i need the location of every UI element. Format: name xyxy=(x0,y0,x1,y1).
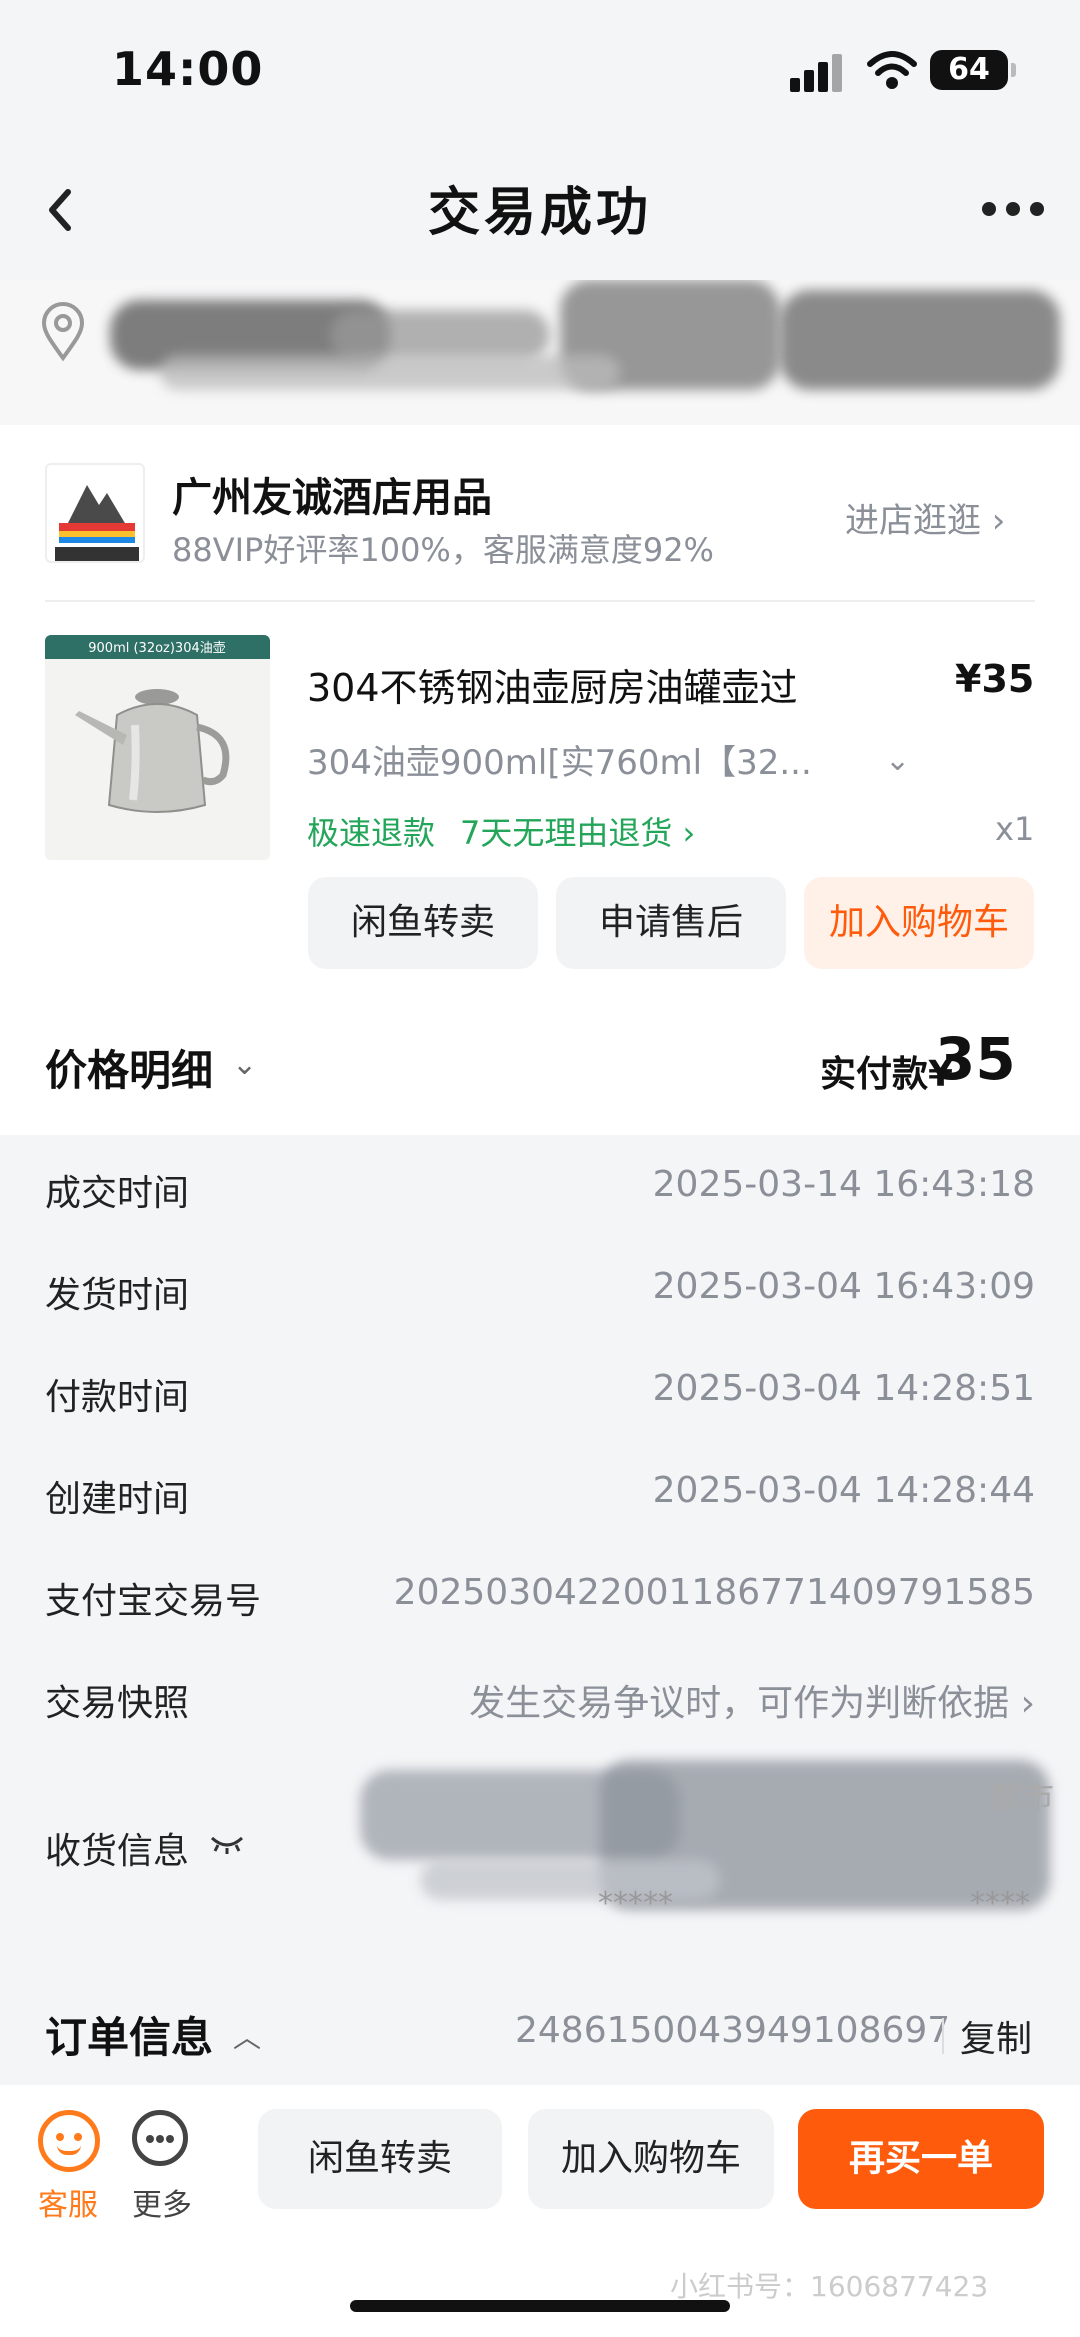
info-value: 2025030422001186771409791585 xyxy=(393,1572,1035,1613)
resell-button[interactable]: 闲鱼转卖 xyxy=(308,877,538,969)
product-quantity: x1 xyxy=(995,810,1035,848)
battery-icon: 64 xyxy=(930,50,1016,90)
info-label: 支付宝交易号 xyxy=(45,1581,262,1622)
enter-shop-link[interactable]: 进店逛逛 › xyxy=(845,493,1005,542)
order-info-title[interactable]: 订单信息 xyxy=(45,2004,213,2065)
product-image-caption: 900ml (32oz)304油壶 xyxy=(88,641,226,656)
copy-button[interactable]: 复制 xyxy=(960,2010,1032,2062)
info-value: 2025-03-04 16:43:09 xyxy=(652,1266,1035,1307)
home-indicator[interactable] xyxy=(350,2300,730,2312)
seven-day-return-tag[interactable]: 7天无理由退货 › xyxy=(460,808,695,854)
page-title: 交易成功 xyxy=(427,183,652,243)
info-value: 2025-03-14 16:43:18 xyxy=(652,1164,1035,1205)
info-row-create-time: 创建时间 2025-03-04 14:28:44 xyxy=(0,1456,1080,1536)
price-detail-toggle[interactable]: 价格明细 xyxy=(45,1037,213,1098)
chevron-down-icon[interactable]: ⌄ xyxy=(885,743,910,778)
info-row-pay-time: 付款时间 2025-03-04 14:28:51 xyxy=(0,1354,1080,1434)
chevron-up-icon[interactable]: ︿ xyxy=(233,2016,261,2056)
status-bar: 14:00 64 xyxy=(0,0,1080,140)
watermark: 小红书号：1606877423 xyxy=(670,2270,989,2303)
location-pin-icon xyxy=(41,302,85,362)
info-row-shipping: 收货信息 都市 ***** **** xyxy=(0,1760,1080,1940)
info-value: 2025-03-04 14:28:51 xyxy=(652,1368,1035,1409)
more-label[interactable]: 更多 xyxy=(132,2180,192,2224)
resell-bottom-button[interactable]: 闲鱼转卖 xyxy=(258,2109,502,2209)
customer-service-label[interactable]: 客服 xyxy=(38,2180,98,2224)
shop-rating: 88VIP好评率100%，客服满意度92% xyxy=(172,531,714,569)
info-label: 收货信息 xyxy=(45,1831,190,1872)
info-value: 2025-03-04 14:28:44 xyxy=(652,1470,1035,1511)
order-info-row: 订单信息 ︿ 2486150043949108697 复制 xyxy=(0,1990,1080,2080)
info-label: 交易快照 xyxy=(45,1683,190,1724)
snapshot-link[interactable]: 发生交易争议时，可作为判断依据 › xyxy=(469,1674,1035,1726)
order-info-list: 成交时间 2025-03-14 16:43:18 发货时间 2025-03-04… xyxy=(0,1150,1080,2090)
address-banner[interactable] xyxy=(0,280,1080,430)
buy-again-button[interactable]: 再买一单 xyxy=(798,2109,1044,2209)
info-label: 成交时间 xyxy=(45,1173,190,1214)
shop-logo-icon xyxy=(47,465,143,561)
add-to-cart-bottom-button[interactable]: 加入购物车 xyxy=(528,2109,774,2209)
shipping-city-fragment: 都市 xyxy=(990,1778,1055,1816)
nav-bar: 交易成功 xyxy=(0,150,1080,270)
info-row-alipay-id: 支付宝交易号 2025030422001186771409791585 xyxy=(0,1558,1080,1638)
order-detail-page: 14:00 64 交易成功 广州友诚酒店用品 88VIP好评率100%，客服满意… xyxy=(0,0,1080,2337)
masked-name: ***** xyxy=(598,1886,673,1921)
product-price: ¥35 xyxy=(955,657,1035,701)
product-spec[interactable]: 304油壶900ml[实760ml【32... xyxy=(307,735,812,784)
order-card: 广州友诚酒店用品 88VIP好评率100%，客服满意度92% 进店逛逛 › 90… xyxy=(0,425,1080,1135)
order-number: 2486150043949108697 xyxy=(515,2010,951,2051)
cellular-signal-icon xyxy=(790,52,846,92)
info-row-deal-time: 成交时间 2025-03-14 16:43:18 xyxy=(0,1150,1080,1230)
paid-amount-value: 35 xyxy=(935,1025,1016,1093)
status-time: 14:00 xyxy=(112,42,264,96)
divider xyxy=(942,2018,944,2054)
customer-service-icon[interactable] xyxy=(38,2110,100,2172)
product-image[interactable]: 900ml (32oz)304油壶 xyxy=(45,635,270,860)
info-label: 发货时间 xyxy=(45,1275,190,1316)
masked-phone: **** xyxy=(970,1886,1030,1921)
chevron-down-icon[interactable]: ⌄ xyxy=(232,1047,257,1082)
more-options-icon[interactable] xyxy=(978,190,1048,230)
shop-name[interactable]: 广州友诚酒店用品 xyxy=(172,465,492,523)
more-icon[interactable] xyxy=(132,2110,188,2166)
oil-pot-image: 900ml (32oz)304油壶 xyxy=(45,635,270,860)
paid-amount-label: 实付款¥ xyxy=(820,1054,954,1095)
info-row-ship-time: 发货时间 2025-03-04 16:43:09 xyxy=(0,1252,1080,1332)
eye-closed-icon[interactable] xyxy=(210,1834,244,1854)
divider xyxy=(45,600,1035,602)
info-label: 付款时间 xyxy=(45,1377,190,1418)
after-sales-button[interactable]: 申请售后 xyxy=(556,877,786,969)
shop-logo[interactable] xyxy=(45,463,145,563)
info-label: 创建时间 xyxy=(45,1479,190,1520)
info-row-snapshot[interactable]: 交易快照 发生交易争议时，可作为判断依据 › xyxy=(0,1660,1080,1740)
wifi-icon xyxy=(867,51,917,89)
product-name[interactable]: 304不锈钢油壶厨房油罐壶过 xyxy=(307,657,798,712)
fast-refund-tag: 极速退款 xyxy=(307,814,436,852)
add-to-cart-button[interactable]: 加入购物车 xyxy=(804,877,1034,969)
bottom-action-bar: 客服 更多 闲鱼转卖 加入购物车 再买一单 小红书号：1606877423 xyxy=(0,2085,1080,2337)
